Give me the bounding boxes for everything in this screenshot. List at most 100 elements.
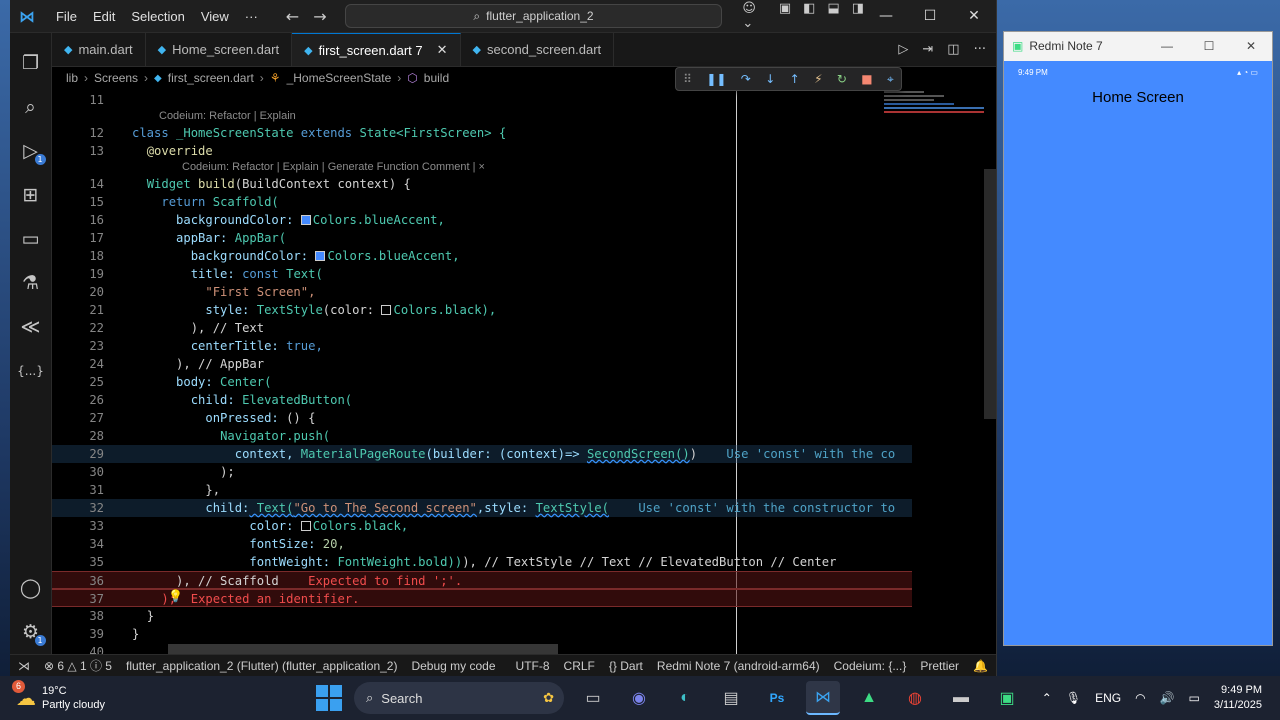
taskbar-search[interactable]: ⌕ Search ✿ [354,682,564,714]
breadcrumb-file[interactable]: first_screen.dart [168,71,254,85]
codeium-status[interactable]: Codeium: {...} [834,659,907,673]
back-arrow-icon[interactable]: ← [286,7,299,26]
json-icon[interactable]: {...} [10,349,52,393]
weather-widget[interactable]: ☁ 6 19°C Partly cloudy [0,679,200,712]
edge-icon[interactable]: ◐ [668,681,702,715]
phone-screen[interactable]: 9:49 PM ▴ ◔ ▭ Home Screen [1004,61,1272,645]
encoding[interactable]: UTF-8 [516,659,550,673]
language-mode[interactable]: {} Dart [609,659,643,673]
maximize-icon[interactable]: ☐ [1188,39,1230,53]
color-swatch[interactable] [381,305,392,315]
wifi-icon[interactable]: ◠ [1135,691,1145,705]
microphone-icon[interactable]: 🎙 [1066,691,1081,705]
hot-reload-icon[interactable]: ⚡ [814,72,822,86]
notifications-icon[interactable]: 🔔 [973,659,988,673]
code-token: SecondScreen() [586,447,690,461]
task-view-icon[interactable]: ▭ [576,681,610,715]
code-token: Text( [278,267,323,281]
breadcrumb-class[interactable]: _HomeScreenState [287,71,392,85]
teams-icon[interactable]: ◉ [622,681,656,715]
tab-home-screen-dart[interactable]: ◆ Home_screen.dart [146,33,293,66]
tab-first-screen-dart[interactable]: ◆ first_screen.dart 7 ✕ [292,33,461,66]
codeium-lens[interactable]: Codeium: Refactor | Explain [159,109,296,123]
horizontal-scrollbar[interactable] [168,644,558,654]
extensions-icon[interactable]: ⊞ [10,173,52,217]
store-icon[interactable]: ▤ [714,681,748,715]
emulator-taskbar-icon[interactable]: ▣ [990,681,1024,715]
step-out-icon[interactable]: ↑ [790,72,800,86]
inspect-widget-icon[interactable]: ⌖ [887,72,894,87]
restart-icon[interactable]: ↻ [837,72,847,86]
tab-main-dart[interactable]: ◆ main.dart [52,33,146,66]
minimize-icon[interactable]: — [1146,39,1188,53]
chrome-icon[interactable]: ◍ [898,681,932,715]
customize-layout-icon[interactable]: ▣ [779,1,791,31]
color-swatch[interactable] [300,521,311,531]
problems-count[interactable]: ⊗ 6 △ 1 ⓘ 5 [44,657,112,674]
pause-icon[interactable]: ❚❚ [706,72,726,86]
menu-edit[interactable]: Edit [85,9,123,24]
clock[interactable]: 9:49 PM 3/11/2025 [1214,683,1262,713]
tab-second-screen-dart[interactable]: ◆ second_screen.dart [461,33,615,66]
debug-session[interactable]: flutter_application_2 (Flutter) (flutter… [126,659,397,673]
terminal-icon[interactable]: ▬ [944,681,978,715]
toggle-sidebar-icon[interactable]: ◧ [803,1,815,31]
flutter-icon[interactable]: ≪ [10,305,52,349]
lightbulb-icon[interactable]: 💡 [168,589,183,603]
command-center-search[interactable]: ⌕ flutter_application_2 [344,4,723,28]
color-swatch[interactable] [315,251,326,261]
menu-more[interactable]: ··· [237,9,266,24]
menu-view[interactable]: View [193,9,237,24]
target-device[interactable]: Redmi Note 7 (android-arm64) [657,659,820,673]
copilot-icon[interactable]: ☺⌄ [742,1,766,31]
account-icon[interactable]: ◯ [10,566,52,610]
drag-handle-icon[interactable]: ⠿ [683,72,692,86]
tray-overflow-icon[interactable]: ⌃ [1042,691,1052,705]
toggle-panel-icon[interactable]: ⬓ [827,1,839,31]
split-editor-icon[interactable]: ◫ [947,42,959,57]
minimap[interactable] [884,89,984,169]
step-into-icon[interactable]: ↓ [765,72,775,86]
start-button[interactable] [316,685,342,711]
code-token: child: [205,501,250,515]
close-window-icon[interactable]: ✕ [952,8,996,24]
flutter-action-icon[interactable]: ⇥ [922,42,933,57]
run-file-icon[interactable]: ▷ [898,42,908,57]
breadcrumb-method[interactable]: build [424,71,449,85]
explorer-icon[interactable]: ❐ [10,41,52,85]
battery-icon[interactable]: ▭ [1189,691,1200,705]
codeium-lens[interactable]: Codeium: Refactor | Explain | Generate F… [182,160,485,174]
stop-icon[interactable]: ■ [861,72,872,86]
remote-icon[interactable]: ⋊ [18,659,30,673]
step-over-icon[interactable]: ↷ [741,72,751,86]
run-debug-icon[interactable]: ▷ 1 [10,129,52,173]
volume-icon[interactable]: 🔊 [1160,691,1175,705]
line-endings[interactable]: CRLF [564,659,595,673]
breadcrumb-screens[interactable]: Screens [94,71,138,85]
line-number: 27 [89,411,104,425]
prettier-status[interactable]: Prettier [920,659,959,673]
search-view-icon[interactable]: ⌕ [10,85,52,129]
forward-arrow-icon[interactable]: → [313,7,326,26]
remote-explorer-icon[interactable]: ▭ [10,217,52,261]
debug-mode[interactable]: Debug my code [411,659,495,673]
menu-selection[interactable]: Selection [123,9,192,24]
photoshop-icon[interactable]: Ps [760,681,794,715]
breadcrumb-lib[interactable]: lib [66,71,78,85]
menu-file[interactable]: File [48,9,85,24]
close-window-icon[interactable]: ✕ [1230,39,1272,53]
android-studio-icon[interactable]: ▲ [852,681,886,715]
minimize-icon[interactable]: — [864,8,908,24]
settings-gear-icon[interactable]: ⚙ 1 [10,610,52,654]
code-token: ) [689,447,698,461]
code-editor[interactable]: 11 Codeium: Refactor | Explain 12 class _… [52,89,996,654]
vertical-scrollbar[interactable] [984,169,996,419]
color-swatch[interactable] [300,215,311,225]
maximize-icon[interactable]: ☐ [908,8,952,24]
more-actions-icon[interactable]: ··· [974,42,986,57]
close-tab-icon[interactable]: ✕ [437,42,448,58]
testing-icon[interactable]: ⚗ [10,261,52,305]
vscode-taskbar-icon[interactable]: ⋈ [806,681,840,715]
language-indicator[interactable]: ENG [1095,691,1121,705]
toggle-secondary-sidebar-icon[interactable]: ◨ [852,1,864,31]
